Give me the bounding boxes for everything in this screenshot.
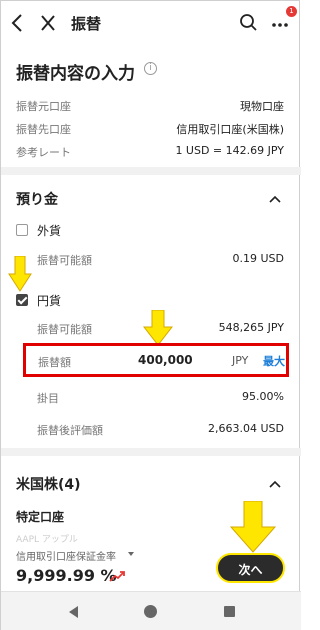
- section-divider: [1, 448, 301, 456]
- transfer-amount-currency: JPY: [232, 354, 249, 367]
- foreign-currency-checkbox[interactable]: [16, 224, 28, 236]
- max-amount-button[interactable]: 最大: [263, 353, 285, 369]
- destination-account-value: 信用取引口座(米国株): [176, 123, 284, 136]
- back-arrow-icon[interactable]: [9, 12, 27, 34]
- yen-checkbox[interactable]: [16, 294, 28, 306]
- trend-up-icon: [109, 571, 125, 582]
- search-icon[interactable]: [239, 13, 259, 33]
- source-account-label: 振替元口座: [16, 100, 71, 113]
- margin-rate-label[interactable]: 信用取引口座保証金率: [16, 548, 116, 563]
- rate-value: 95.00%: [242, 390, 284, 403]
- transfer-amount-input[interactable]: 400,000: [138, 353, 193, 367]
- destination-account-label: 振替先口座: [16, 123, 71, 136]
- close-icon[interactable]: [39, 13, 57, 33]
- nav-recents-icon[interactable]: [224, 606, 235, 617]
- next-button[interactable]: 次へ: [216, 553, 285, 583]
- transfer-amount-row: 振替額 400,000 JPY 最大: [23, 343, 289, 377]
- annotation-arrow-icon: [229, 501, 277, 553]
- yen-label: 円貨: [37, 294, 62, 308]
- rate-label: 掛目: [37, 392, 59, 405]
- foreign-available-label: 振替可能額: [37, 254, 92, 267]
- chevron-up-icon[interactable]: [269, 480, 281, 488]
- info-icon[interactable]: i: [144, 62, 157, 75]
- post-transfer-valuation-label: 振替後評価額: [37, 424, 103, 437]
- chevron-up-icon[interactable]: [269, 195, 281, 203]
- reference-rate-value: 1 USD = 142.69 JPY: [175, 144, 284, 157]
- nav-home-icon[interactable]: [144, 605, 157, 618]
- top-bar: 振替 1: [1, 1, 301, 45]
- annotation-arrow-icon: [142, 310, 174, 346]
- system-nav-bar: [1, 591, 301, 630]
- yen-available-label: 振替可能額: [37, 323, 92, 336]
- specific-account-label: 特定口座: [16, 510, 65, 524]
- us-stocks-section-title: 米国株(4): [16, 477, 81, 493]
- transfer-amount-label: 振替額: [38, 356, 71, 369]
- header-title: 振替: [71, 15, 102, 33]
- page-title: 振替内容の入力: [16, 64, 135, 84]
- faded-stock-row: AAPL アップル: [16, 535, 78, 545]
- notification-badge: 1: [286, 6, 297, 17]
- section-divider: [1, 167, 301, 175]
- yen-available-value: 548,265 JPY: [218, 321, 284, 334]
- screen-frame: 振替 1 振替内容の入力 i 振替元口座 現物口座 振替先口座 信用取引口座(米…: [0, 0, 301, 630]
- nav-back-icon[interactable]: [69, 606, 78, 618]
- reference-rate-label: 参考レート: [16, 146, 71, 159]
- foreign-available-value: 0.19 USD: [232, 252, 285, 265]
- margin-rate-value: 9,999.99 %: [16, 566, 117, 585]
- annotation-arrow-icon: [8, 256, 32, 292]
- foreign-currency-label: 外貨: [37, 224, 62, 238]
- caret-down-icon[interactable]: [128, 552, 134, 556]
- deposit-section-title: 預り金: [16, 192, 58, 208]
- post-transfer-valuation-value: 2,663.04 USD: [208, 422, 284, 435]
- source-account-value: 現物口座: [240, 100, 284, 113]
